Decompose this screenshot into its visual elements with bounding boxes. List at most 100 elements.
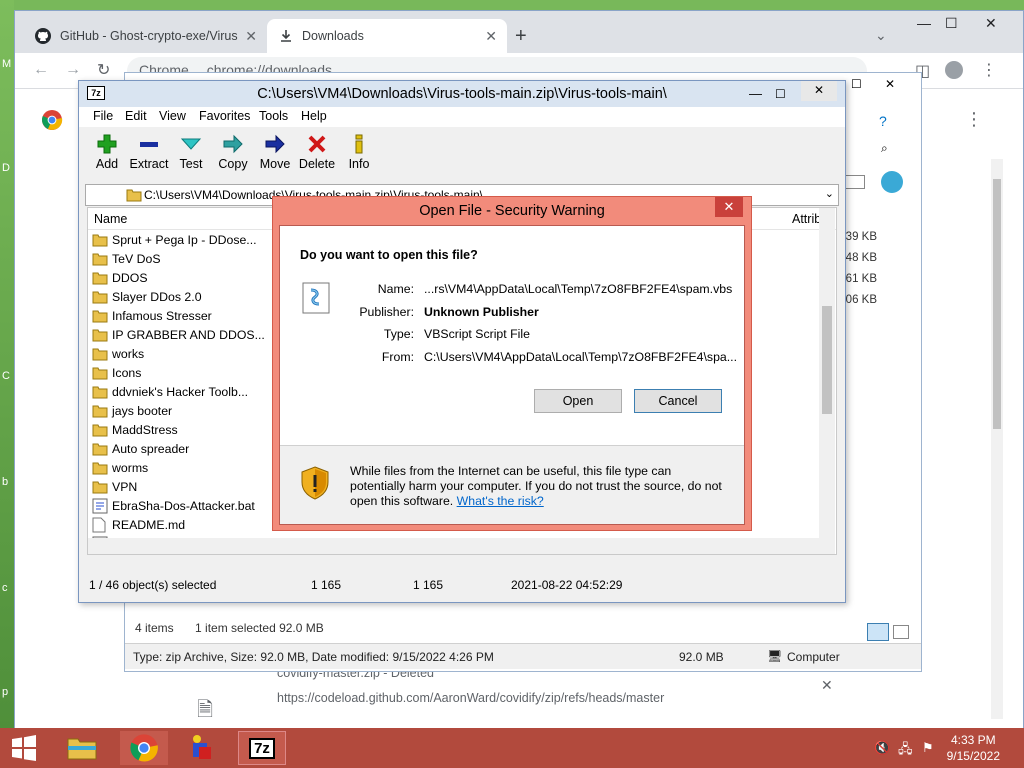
back-icon[interactable]: ←: [33, 61, 49, 79]
network-icon[interactable]: 🖧: [898, 740, 913, 762]
menu-help[interactable]: Help: [301, 109, 327, 123]
app-taskbar-icon[interactable]: [178, 731, 226, 765]
horizontal-scrollbar[interactable]: [88, 538, 819, 554]
tab-github[interactable]: GitHub - Ghost-crypto-exe/Virus ✕: [23, 19, 267, 53]
file-row[interactable]: Sprut + Pega Ip - DDose...: [92, 230, 257, 249]
file-row[interactable]: ddvniek's Hacker Toolb...: [92, 382, 248, 401]
file-row[interactable]: Icons: [92, 363, 141, 382]
menu-kebab-icon[interactable]: ⋮: [981, 60, 997, 80]
selection-info: 1 item selected 92.0 MB: [195, 621, 324, 635]
folder-icon: [92, 233, 108, 247]
explorer-maximize-icon[interactable]: ☐: [851, 77, 862, 91]
file-row[interactable]: IP GRABBER AND DDOS...: [92, 325, 265, 344]
copy-button[interactable]: Copy: [209, 133, 257, 171]
search-icon[interactable]: ⌕: [881, 141, 888, 156]
desktop-icon-label[interactable]: c: [2, 582, 8, 594]
menu-favorites[interactable]: Favorites: [199, 109, 250, 123]
file-name: EbraSha-Dos-Attacker.bat: [112, 498, 255, 513]
chevron-down-icon[interactable]: ⌄: [825, 187, 834, 200]
folder-icon: [92, 385, 108, 399]
file-row[interactable]: Auto spreader: [92, 439, 189, 458]
download-item-url[interactable]: https://codeload.github.com/AaronWard/co…: [277, 691, 664, 705]
test-button[interactable]: Test: [167, 133, 215, 171]
maximize-icon[interactable]: ☐: [775, 81, 786, 107]
close-tab-icon[interactable]: ✕: [245, 28, 257, 45]
preview-pane-icon[interactable]: [845, 175, 865, 189]
file-row[interactable]: Slayer DDos 2.0: [92, 287, 202, 306]
extract-button[interactable]: Extract: [125, 133, 173, 171]
file-row[interactable]: EbraSha-Dos-Attacker.bat: [92, 496, 255, 515]
menu-tools[interactable]: Tools: [259, 109, 288, 123]
open-button[interactable]: Open: [534, 389, 622, 413]
7zip-taskbar-icon[interactable]: 7z: [238, 731, 286, 765]
more-actions-icon[interactable]: ⋮: [965, 109, 983, 130]
menu-view[interactable]: View: [159, 109, 186, 123]
dialog-info-panel: Do you want to open this file? Name: ...…: [280, 226, 744, 445]
file-row[interactable]: TeV DoS: [92, 249, 161, 268]
file-row[interactable]: Infamous Stresser: [92, 306, 212, 325]
large-icons-view-icon[interactable]: [893, 625, 909, 639]
file-name: Icons: [112, 365, 142, 380]
profile-avatar[interactable]: [945, 61, 963, 79]
action-center-icon[interactable]: ⚑: [922, 740, 934, 756]
dialog-close-icon[interactable]: ✕: [715, 197, 743, 217]
cancel-button[interactable]: Cancel: [634, 389, 722, 413]
close-window-icon[interactable]: ✕: [985, 15, 997, 32]
explorer-close-icon[interactable]: ✕: [885, 77, 895, 91]
chrome-taskbar-icon[interactable]: [120, 731, 168, 765]
close-icon[interactable]: ✕: [801, 81, 837, 101]
7zip-title-bar[interactable]: 7z C:\Users\VM4\Downloads\Virus-tools-ma…: [79, 81, 845, 107]
file-name: Infamous Stresser: [112, 308, 212, 323]
minimize-icon[interactable]: —: [917, 15, 931, 31]
whats-the-risk-link[interactable]: What's the risk?: [457, 494, 544, 508]
file-name: DDOS: [112, 270, 148, 285]
folder-icon: [126, 188, 142, 205]
desktop-icon-label[interactable]: p: [2, 686, 8, 698]
status-packed: 1 165: [413, 578, 444, 592]
file-row[interactable]: works: [92, 344, 144, 363]
page-scrollbar[interactable]: [991, 159, 1003, 719]
file-explorer-taskbar-icon[interactable]: [58, 731, 106, 765]
forward-icon[interactable]: →: [65, 61, 81, 79]
volume-muted-icon[interactable]: 🔇: [874, 740, 890, 756]
file-row[interactable]: DDOS: [92, 268, 148, 287]
move-button[interactable]: Move: [251, 133, 299, 171]
file-row[interactable]: MaddStress: [92, 420, 178, 439]
label-type: Type:: [383, 327, 414, 341]
reload-icon[interactable]: ↻: [97, 60, 110, 80]
remove-download-icon[interactable]: ✕: [821, 677, 833, 694]
delete-button[interactable]: Delete: [293, 133, 341, 171]
file-row[interactable]: README.md: [92, 515, 185, 534]
desktop-icon-label[interactable]: M: [2, 58, 11, 70]
minimize-icon[interactable]: —: [749, 81, 762, 107]
desktop-icon-label[interactable]: C: [2, 370, 10, 382]
desktop-icon-label[interactable]: b: [2, 476, 8, 488]
folder-icon: [92, 423, 108, 437]
menu-file[interactable]: File: [93, 109, 113, 123]
tab-search-chevron-icon[interactable]: ⌄: [875, 27, 887, 44]
close-tab-icon[interactable]: ✕: [485, 28, 497, 45]
file-row[interactable]: worms: [92, 458, 148, 477]
tab-downloads[interactable]: Downloads ✕: [267, 19, 507, 53]
file-size: 61 KB: [845, 273, 877, 285]
file-row[interactable]: VPN: [92, 477, 137, 496]
file-name: Slayer DDos 2.0: [112, 289, 202, 304]
maximize-icon[interactable]: ☐: [945, 15, 958, 32]
help-icon[interactable]: ?: [879, 113, 887, 129]
new-tab-icon[interactable]: +: [515, 25, 527, 48]
start-button[interactable]: [0, 731, 48, 765]
add-button[interactable]: Add: [83, 133, 131, 171]
column-name[interactable]: Name: [94, 212, 127, 226]
details-view-icon[interactable]: [867, 623, 889, 641]
column-attrib[interactable]: Attrib: [792, 212, 821, 226]
desktop-icon-label[interactable]: D: [2, 162, 10, 174]
system-clock[interactable]: 4:33 PM 9/15/2022: [947, 732, 1000, 764]
warning-text: While files from the Internet can be use…: [350, 464, 722, 508]
file-size: 39 KB: [845, 231, 877, 243]
file-row[interactable]: jays booter: [92, 401, 172, 420]
info-button[interactable]: Info: [335, 133, 383, 171]
list-scrollbar[interactable]: [819, 208, 835, 554]
dialog-title[interactable]: Open File - Security Warning: [273, 197, 751, 225]
folder-icon: [92, 461, 108, 475]
menu-edit[interactable]: Edit: [125, 109, 147, 123]
